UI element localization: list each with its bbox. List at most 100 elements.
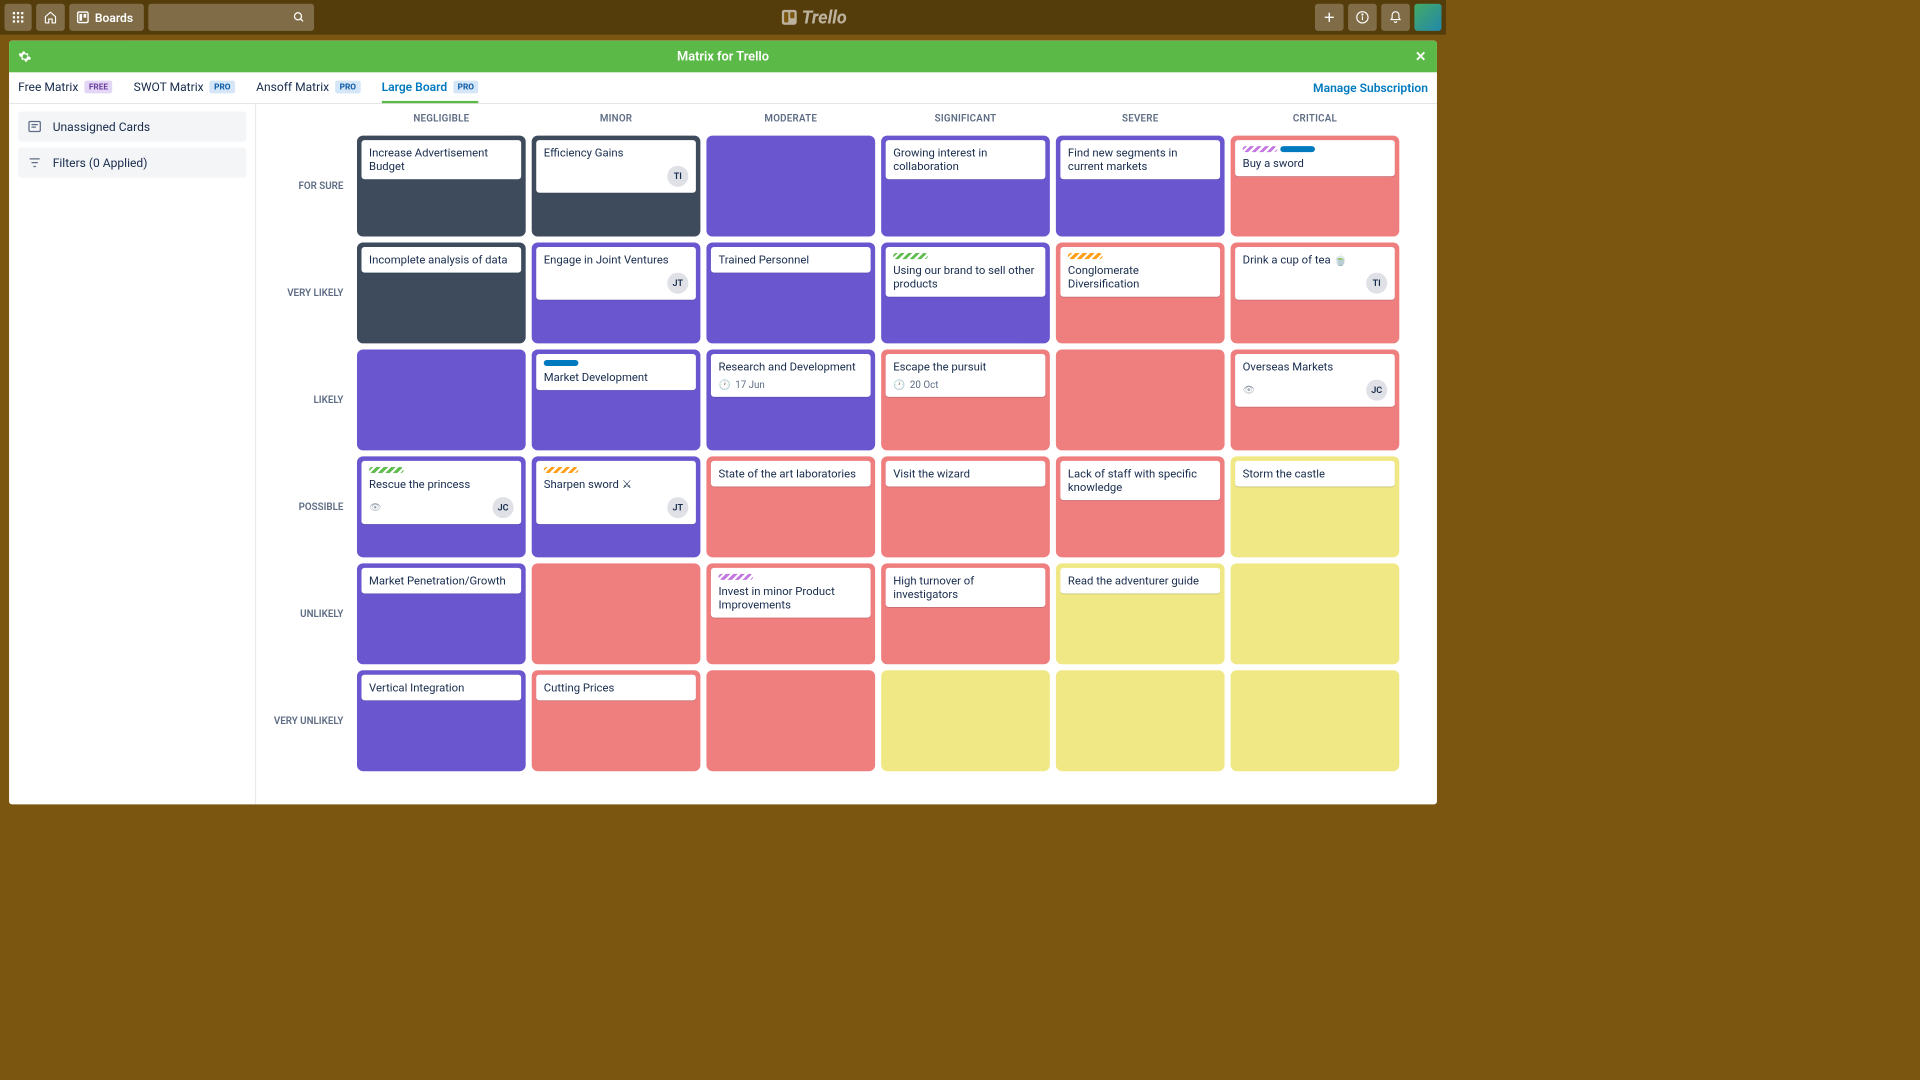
- matrix-cell[interactable]: Sharpen sword ⚔JT: [532, 456, 701, 557]
- card[interactable]: Vertical Integration: [362, 675, 522, 701]
- tab-swot-matrix[interactable]: SWOT MatrixPRO: [134, 72, 235, 103]
- matrix-cell[interactable]: Engage in Joint VenturesJT: [532, 243, 701, 344]
- matrix-cell[interactable]: Overseas MarketsJC: [1231, 349, 1400, 450]
- card[interactable]: Read the adventurer guide: [1060, 568, 1220, 594]
- close-button[interactable]: ✕: [1415, 49, 1426, 65]
- boards-label: Boards: [95, 10, 133, 24]
- card-title: State of the art laboratories: [718, 467, 863, 481]
- card[interactable]: Efficiency Gains TI: [536, 140, 696, 193]
- matrix-cell[interactable]: [1056, 670, 1225, 771]
- col-header: CRITICAL: [1228, 104, 1403, 133]
- card[interactable]: Visit the wizard: [886, 461, 1046, 487]
- matrix-cell[interactable]: Lack of staff with specific knowledge: [1056, 456, 1225, 557]
- matrix-cell[interactable]: Conglomerate Diversification: [1056, 243, 1225, 344]
- filters-button[interactable]: Filters (0 Applied): [18, 148, 246, 178]
- matrix-cell[interactable]: Market Penetration/Growth: [357, 563, 526, 664]
- member-avatar[interactable]: TI: [667, 166, 688, 187]
- card[interactable]: Using our brand to sell other products: [886, 247, 1046, 297]
- matrix-cell[interactable]: Invest in minor Product Improvements: [706, 563, 875, 664]
- matrix-cell[interactable]: Incomplete analysis of data: [357, 243, 526, 344]
- matrix-cell[interactable]: Market Development: [532, 349, 701, 450]
- create-button[interactable]: [1315, 4, 1344, 31]
- card[interactable]: Increase Advertisement Budget: [362, 140, 522, 179]
- card[interactable]: Invest in minor Product Improvements: [711, 568, 871, 618]
- matrix-cell[interactable]: Visit the wizard: [881, 456, 1050, 557]
- card[interactable]: Sharpen sword ⚔JT: [536, 461, 696, 524]
- card[interactable]: Market Development: [536, 354, 696, 390]
- card[interactable]: Trained Personnel: [711, 247, 871, 273]
- card[interactable]: State of the art laboratories: [711, 461, 871, 487]
- card-title: Incomplete analysis of data: [369, 253, 514, 267]
- card[interactable]: Overseas MarketsJC: [1235, 354, 1395, 407]
- search-input[interactable]: [148, 4, 314, 31]
- matrix-cell[interactable]: [1231, 563, 1400, 664]
- matrix-cell[interactable]: [1056, 349, 1225, 450]
- card[interactable]: Engage in Joint VenturesJT: [536, 247, 696, 300]
- col-header: SIGNIFICANT: [878, 104, 1053, 133]
- card[interactable]: Growing interest in collaboration: [886, 140, 1046, 179]
- matrix-cell[interactable]: Vertical Integration: [357, 670, 526, 771]
- trello-logo[interactable]: Trello: [782, 7, 847, 28]
- boards-button[interactable]: Boards: [69, 4, 143, 31]
- apps-button[interactable]: [5, 4, 32, 31]
- matrix-cell[interactable]: Research and Development17 Jun: [706, 349, 875, 450]
- tab-ansoff-matrix[interactable]: Ansoff MatrixPRO: [256, 72, 360, 103]
- matrix-cell[interactable]: Cutting Prices: [532, 670, 701, 771]
- matrix-cell[interactable]: Trained Personnel: [706, 243, 875, 344]
- member-avatar[interactable]: JT: [667, 273, 688, 294]
- card-label: [1068, 253, 1103, 259]
- clock-icon: [893, 380, 905, 391]
- card[interactable]: Buy a sword: [1235, 140, 1395, 176]
- tab-large-board[interactable]: Large BoardPRO: [382, 72, 479, 103]
- matrix-cell[interactable]: Using our brand to sell other products: [881, 243, 1050, 344]
- card[interactable]: Conglomerate Diversification: [1060, 247, 1220, 297]
- matrix-cell[interactable]: [706, 670, 875, 771]
- card-title: Drink a cup of tea 🍵: [1243, 253, 1388, 267]
- user-avatar[interactable]: [1414, 4, 1441, 31]
- matrix-cell[interactable]: High turnover of investigators: [881, 563, 1050, 664]
- card-title: Buy a sword: [1243, 157, 1388, 171]
- card[interactable]: Cutting Prices: [536, 675, 696, 701]
- tab-free-matrix[interactable]: Free MatrixFREE: [18, 72, 113, 103]
- card-title: Storm the castle: [1243, 467, 1388, 481]
- matrix-cell[interactable]: [706, 136, 875, 237]
- member-avatar[interactable]: TI: [1366, 273, 1387, 294]
- matrix-cell[interactable]: Find new segments in current markets: [1056, 136, 1225, 237]
- card[interactable]: Lack of staff with specific knowledge: [1060, 461, 1220, 500]
- settings-button[interactable]: [18, 50, 32, 64]
- matrix-cell[interactable]: [1231, 670, 1400, 771]
- matrix-cell[interactable]: [881, 670, 1050, 771]
- tab-badge: PRO: [335, 80, 360, 93]
- notifications-button[interactable]: [1381, 4, 1410, 31]
- matrix-cell[interactable]: Read the adventurer guide: [1056, 563, 1225, 664]
- manage-subscription-link[interactable]: Manage Subscription: [1313, 81, 1428, 95]
- matrix-cell[interactable]: State of the art laboratories: [706, 456, 875, 557]
- member-avatar[interactable]: JC: [493, 497, 514, 518]
- card[interactable]: Research and Development17 Jun: [711, 354, 871, 397]
- matrix-cell[interactable]: Buy a sword: [1231, 136, 1400, 237]
- card[interactable]: Market Penetration/Growth: [362, 568, 522, 594]
- matrix-cell[interactable]: Drink a cup of tea 🍵 TI: [1231, 243, 1400, 344]
- card[interactable]: Incomplete analysis of data: [362, 247, 522, 273]
- card[interactable]: High turnover of investigators: [886, 568, 1046, 607]
- matrix-cell[interactable]: Increase Advertisement Budget: [357, 136, 526, 237]
- card[interactable]: Drink a cup of tea 🍵 TI: [1235, 247, 1395, 300]
- member-avatar[interactable]: JC: [1366, 380, 1387, 401]
- matrix-cell[interactable]: [532, 563, 701, 664]
- matrix-cell[interactable]: [357, 349, 526, 450]
- member-avatar[interactable]: JT: [667, 497, 688, 518]
- card[interactable]: Find new segments in current markets: [1060, 140, 1220, 179]
- matrix-cell[interactable]: Rescue the princessJC: [357, 456, 526, 557]
- card-title: Efficiency Gains: [544, 146, 689, 160]
- matrix-cell[interactable]: Growing interest in collaboration: [881, 136, 1050, 237]
- matrix-cell[interactable]: Storm the castle: [1231, 456, 1400, 557]
- matrix-cell[interactable]: Efficiency Gains TI: [532, 136, 701, 237]
- matrix-cell[interactable]: Escape the pursuit20 Oct: [881, 349, 1050, 450]
- home-button[interactable]: [36, 4, 65, 31]
- unassigned-cards-button[interactable]: Unassigned Cards: [18, 111, 246, 141]
- card-title: Invest in minor Product Improvements: [718, 584, 863, 611]
- card[interactable]: Escape the pursuit20 Oct: [886, 354, 1046, 397]
- card[interactable]: Rescue the princessJC: [362, 461, 522, 524]
- info-button[interactable]: [1348, 4, 1377, 31]
- card[interactable]: Storm the castle: [1235, 461, 1395, 487]
